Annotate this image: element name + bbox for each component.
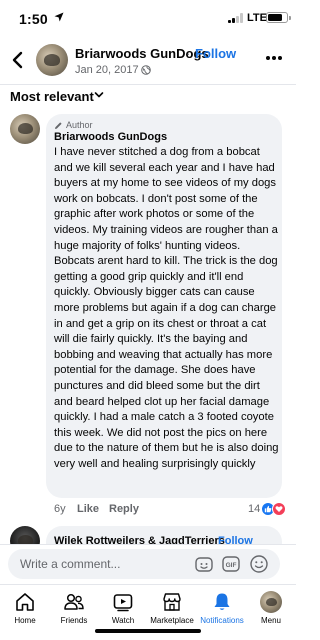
author-badge-label: Author (66, 120, 93, 130)
emoji-icon[interactable] (249, 554, 269, 574)
comment-age: 6y (54, 503, 66, 515)
nav-menu[interactable]: Menu (246, 585, 296, 633)
nav-home-label: Home (14, 616, 36, 625)
globe-icon (141, 65, 151, 75)
network-type: LTE (247, 12, 267, 24)
name-separator: · (186, 46, 191, 61)
comment-text: I have never stitched a dog from a bobca… (54, 146, 279, 470)
comment-composer: GIF (0, 544, 296, 582)
home-icon (16, 593, 34, 611)
sort-label[interactable]: Most relevant (10, 89, 94, 104)
nav-friends-label: Friends (60, 616, 88, 625)
header-divider (0, 84, 296, 85)
gif-icon[interactable]: GIF (221, 554, 241, 574)
reply-button[interactable]: Reply (109, 503, 139, 515)
like-button[interactable]: Like (77, 503, 99, 515)
next-comment-bubble[interactable]: Wilek Rottweilers & JagdTerriers · Follo… (46, 526, 282, 546)
status-time: 1:50 (19, 11, 48, 27)
avatar-sticker-icon[interactable] (194, 554, 214, 574)
post-date[interactable]: Jan 20, 2017 · (75, 64, 145, 76)
nav-notifications-label: Notifications (200, 616, 244, 625)
reaction-summary[interactable] (261, 502, 291, 516)
nav-menu-label: Menu (260, 616, 281, 625)
back-arrow-icon[interactable] (10, 51, 26, 69)
marketplace-icon (163, 593, 181, 611)
friends-icon (64, 593, 84, 610)
comment-author-avatar[interactable] (10, 114, 40, 144)
svg-text:GIF: GIF (226, 562, 237, 569)
status-bar: 1:50 LTE (0, 0, 296, 38)
nav-home[interactable]: Home (0, 585, 50, 633)
nav-notifications[interactable]: Notifications (197, 585, 247, 633)
menu-avatar (260, 591, 282, 613)
battery-icon (266, 12, 291, 23)
page-avatar[interactable] (36, 44, 68, 76)
home-indicator (95, 629, 201, 633)
follow-button[interactable]: Follow (195, 46, 236, 61)
next-comment-avatar[interactable] (10, 526, 40, 546)
bottom-navigation: Home Friends Watch Marketplace Notificat… (0, 584, 296, 640)
nav-friends[interactable]: Friends (49, 585, 99, 633)
location-arrow-icon (54, 12, 64, 22)
comment-actions: 6y Like Reply 14 (54, 502, 291, 519)
reaction-count[interactable]: 14 (248, 503, 260, 515)
more-options-icon[interactable] (264, 56, 284, 62)
cellular-signal-icon (228, 13, 244, 23)
bell-icon (214, 593, 230, 610)
nav-watch-label: Watch (111, 616, 135, 625)
pencil-icon (55, 122, 62, 129)
love-reaction-icon (272, 502, 286, 516)
chevron-down-icon[interactable] (94, 91, 104, 99)
watch-icon (113, 594, 133, 612)
nav-marketplace-label: Marketplace (150, 616, 194, 625)
comment-sort-selector[interactable]: Most relevant (10, 88, 104, 108)
comment-bubble[interactable]: Author Briarwoods GunDogs I have never s… (46, 114, 282, 498)
next-comment: Wilek Rottweilers & JagdTerriers · Follo… (0, 524, 296, 546)
nav-marketplace[interactable]: Marketplace (147, 585, 197, 633)
comment-author-name[interactable]: Briarwoods GunDogs (54, 131, 167, 143)
post-header: Briarwoods GunDogs · Follow Jan 20, 2017… (0, 38, 296, 84)
nav-watch[interactable]: Watch (98, 585, 148, 633)
